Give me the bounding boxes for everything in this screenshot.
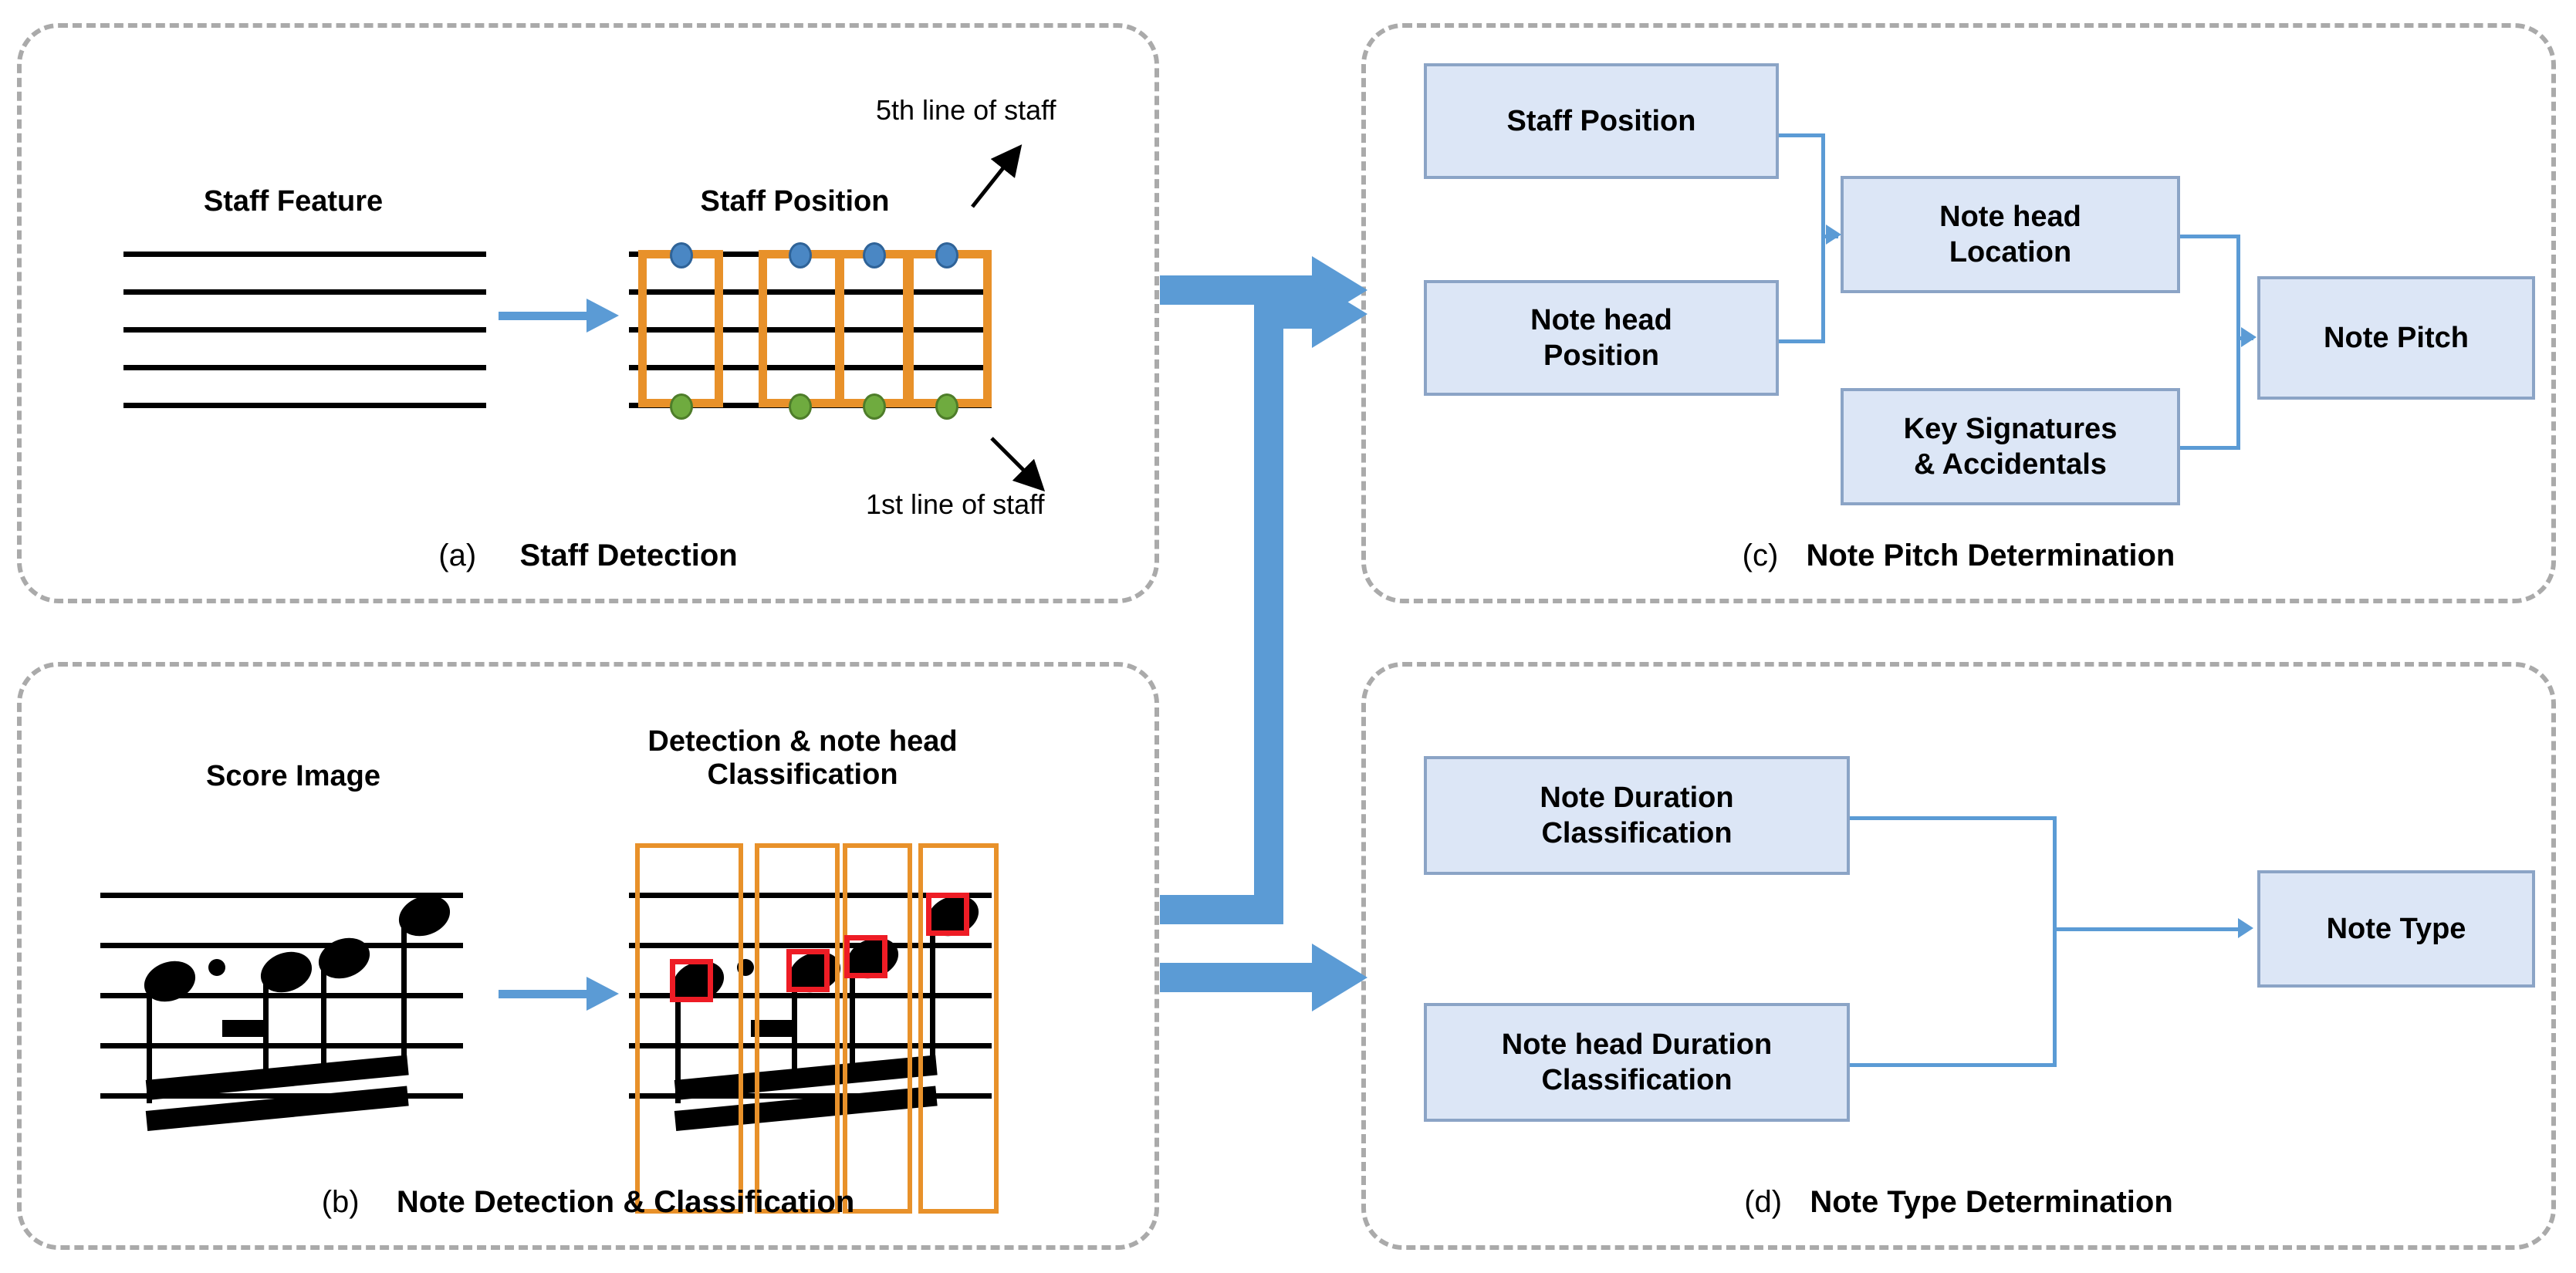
note-head-box — [786, 949, 830, 992]
edge-note-duration-down — [2053, 816, 2057, 1063]
panel-b-tag: (b) — [321, 1185, 360, 1219]
note-head-box — [926, 893, 969, 936]
edge-note-head-location-out — [2180, 235, 2240, 238]
detection-classification-heading: Detection & note head Classification — [647, 725, 958, 791]
transform-arrow-a — [499, 312, 591, 320]
box-staff-position[interactable]: Staff Position — [1424, 63, 1779, 179]
note-head-box — [844, 935, 887, 978]
staff-top-marker — [863, 242, 886, 268]
staff-line — [100, 1043, 463, 1048]
staff-bottom-marker — [863, 393, 886, 420]
staff-region-box — [638, 250, 723, 407]
edge-staff-position-out — [1779, 133, 1825, 137]
edge-note-duration-out — [1850, 816, 2057, 820]
panel-b-title: Note Detection & Classification — [396, 1185, 855, 1219]
edge-note-head-position-out — [1779, 339, 1825, 343]
edge-key-signatures-up — [2236, 336, 2240, 447]
transform-arrow-a-head — [587, 299, 619, 333]
panel-a-tag: (a) — [438, 539, 477, 572]
pipeline-arrow-b-to-d-shaft — [1160, 963, 1314, 992]
staff-top-marker — [789, 242, 812, 268]
pipeline-arrow-b-to-c-horizontal-high — [1254, 299, 1317, 329]
staff-position-heading: Staff Position — [700, 185, 890, 218]
panel-c-title: Note Pitch Determination — [1806, 539, 2175, 572]
box-note-head-position[interactable]: Note head Position — [1424, 280, 1779, 396]
note-stem — [401, 924, 407, 1059]
staff-line — [123, 252, 486, 257]
staff-bottom-marker — [670, 393, 693, 420]
note-detection-box — [843, 843, 912, 1214]
score-image-heading: Score Image — [206, 760, 380, 792]
box-note-head-duration-classification[interactable]: Note head Duration Classification — [1424, 1003, 1850, 1122]
note-detection-box — [755, 843, 840, 1214]
staff-region-box — [836, 250, 911, 407]
annotation-1st-line: 1st line of staff — [866, 488, 1045, 520]
edge-into-note-type — [2053, 927, 2246, 931]
panel-c-caption: (c) Note Pitch Determination — [1361, 540, 2556, 571]
pipeline-arrow-b-to-d-head — [1312, 944, 1367, 1011]
staff-top-marker — [670, 242, 693, 268]
box-note-pitch[interactable]: Note Pitch — [2257, 276, 2535, 400]
panel-d-title: Note Type Determination — [1810, 1185, 2173, 1219]
staff-line — [123, 327, 486, 333]
edge-staff-position-down — [1821, 133, 1825, 236]
edge-note-head-location-down — [2236, 235, 2240, 338]
transform-arrow-b — [499, 990, 591, 998]
staff-line — [100, 893, 463, 898]
beam-hook — [222, 1020, 265, 1037]
arrowhead-note-type — [2238, 918, 2253, 938]
staff-region-box — [905, 250, 992, 407]
staff-top-marker — [935, 242, 958, 268]
note-detection-box — [635, 843, 743, 1214]
pipeline-arrow-b-to-c-head — [1312, 280, 1367, 348]
arrowhead-note-head-location — [1826, 225, 1841, 245]
staff-region-box — [759, 250, 843, 407]
edge-note-head-position-up — [1821, 235, 1825, 343]
staff-line — [100, 943, 463, 948]
staff-feature-heading: Staff Feature — [203, 185, 384, 218]
arrowhead-note-pitch — [2241, 327, 2257, 347]
box-note-type[interactable]: Note Type — [2257, 870, 2535, 988]
box-key-signatures[interactable]: Key Signatures & Accidentals — [1841, 388, 2180, 505]
panel-d-caption: (d) Note Type Determination — [1361, 1187, 2556, 1217]
box-note-duration-classification[interactable]: Note Duration Classification — [1424, 756, 1850, 875]
pipeline-arrow-b-to-c-vertical — [1254, 299, 1283, 924]
edge-note-head-duration-out — [1850, 1063, 2057, 1067]
transform-arrow-b-head — [587, 977, 619, 1011]
staff-bottom-marker — [935, 393, 958, 420]
augmentation-dot — [208, 959, 225, 976]
annotation-5th-line: 5th line of staff — [876, 94, 1056, 126]
panel-d-tag: (d) — [1744, 1185, 1783, 1219]
edge-key-signatures-out — [2180, 446, 2240, 450]
staff-bottom-marker — [789, 393, 812, 420]
staff-line — [123, 403, 486, 408]
staff-line — [123, 289, 486, 295]
panel-b-caption: (b) Note Detection & Classification — [17, 1187, 1159, 1217]
staff-line — [123, 365, 486, 370]
panel-a-title: Staff Detection — [519, 539, 738, 572]
figure-canvas: Staff Feature Staff Position 5th line of… — [0, 0, 2576, 1273]
panel-c-tag: (c) — [1742, 539, 1779, 572]
panel-a-caption: (a) Staff Detection — [17, 540, 1159, 571]
box-note-head-location[interactable]: Note head Location — [1841, 176, 2180, 293]
note-head-box — [670, 959, 713, 1002]
